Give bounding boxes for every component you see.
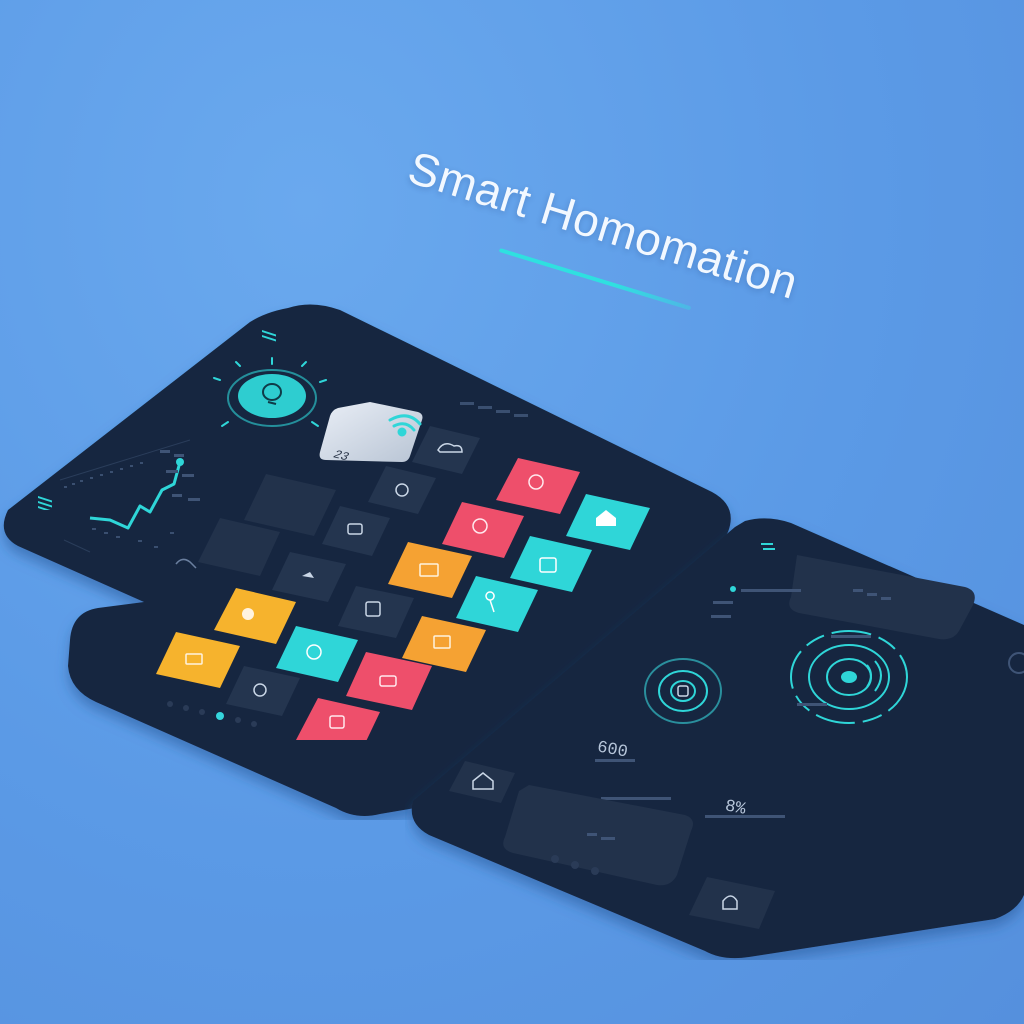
right-pagination-dot-2 (571, 861, 579, 869)
scene: Smart Homomation 23 600 8% (0, 0, 1024, 1024)
main-pagination[interactable] (162, 698, 272, 748)
tile-phone[interactable] (322, 506, 390, 556)
tile-lamp[interactable] (272, 552, 346, 602)
gesture-icon[interactable] (172, 554, 202, 574)
tile-battery[interactable] (156, 632, 240, 688)
right-panel-surface (411, 518, 1024, 959)
tile-sun[interactable] (214, 588, 296, 644)
tile-cloud[interactable] (412, 426, 480, 474)
tile-placeholder-1[interactable] (244, 474, 336, 536)
sun-icon (242, 608, 254, 620)
device-detail-panel: 600 8% (405, 515, 1024, 960)
tile-placeholder-2[interactable] (198, 518, 280, 576)
right-pagination-dot-1 (551, 855, 559, 863)
tile-fan[interactable] (276, 626, 358, 682)
tile-bulb-dark[interactable] (368, 466, 436, 514)
right-pagination-dot-3 (591, 867, 599, 875)
tile-tablet[interactable] (338, 586, 414, 638)
status-dot (730, 586, 736, 592)
app-title: Smart Homomation (402, 140, 805, 309)
tile-security[interactable] (496, 458, 580, 514)
signal-strength-ring[interactable] (790, 630, 908, 724)
pagination-active-dot (216, 712, 224, 720)
tile-lock[interactable] (296, 698, 380, 740)
reading-right-value: 8% (723, 797, 747, 820)
menu-icon[interactable] (262, 330, 280, 344)
